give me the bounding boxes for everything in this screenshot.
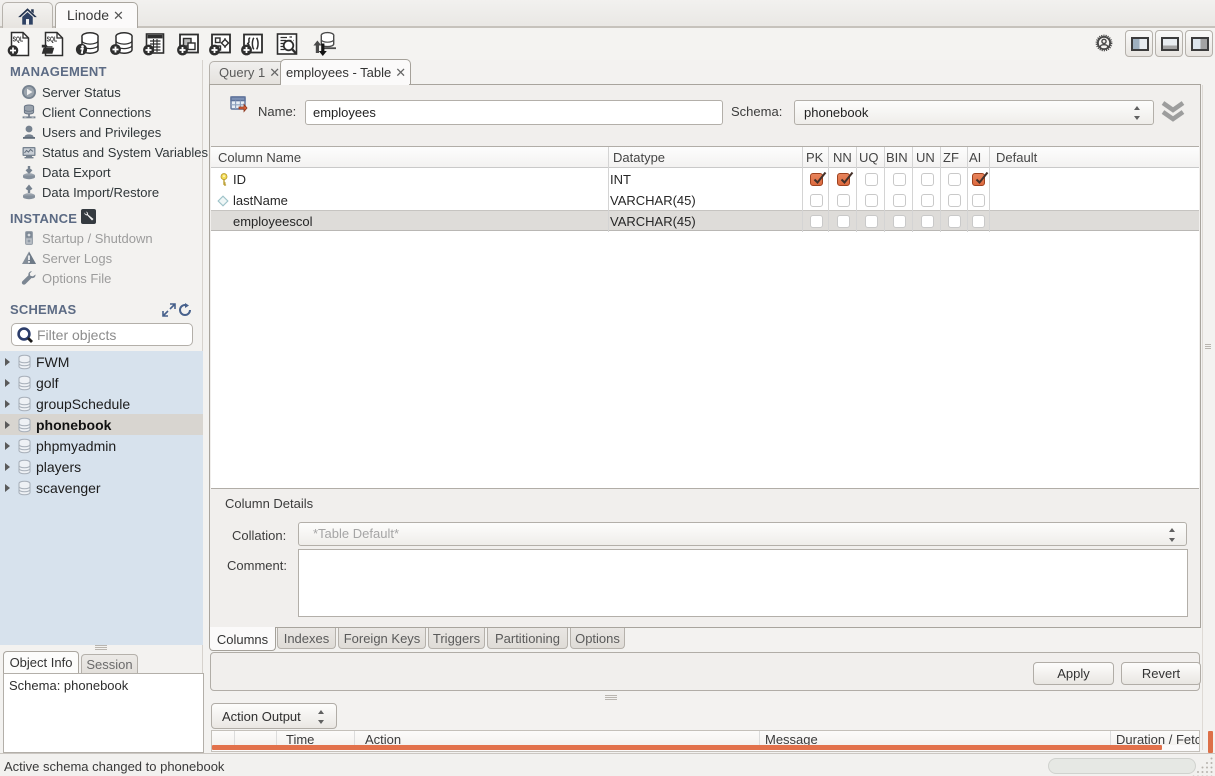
svg-text:SQL: SQL xyxy=(13,35,24,44)
svg-text:SQL: SQL xyxy=(47,35,58,44)
